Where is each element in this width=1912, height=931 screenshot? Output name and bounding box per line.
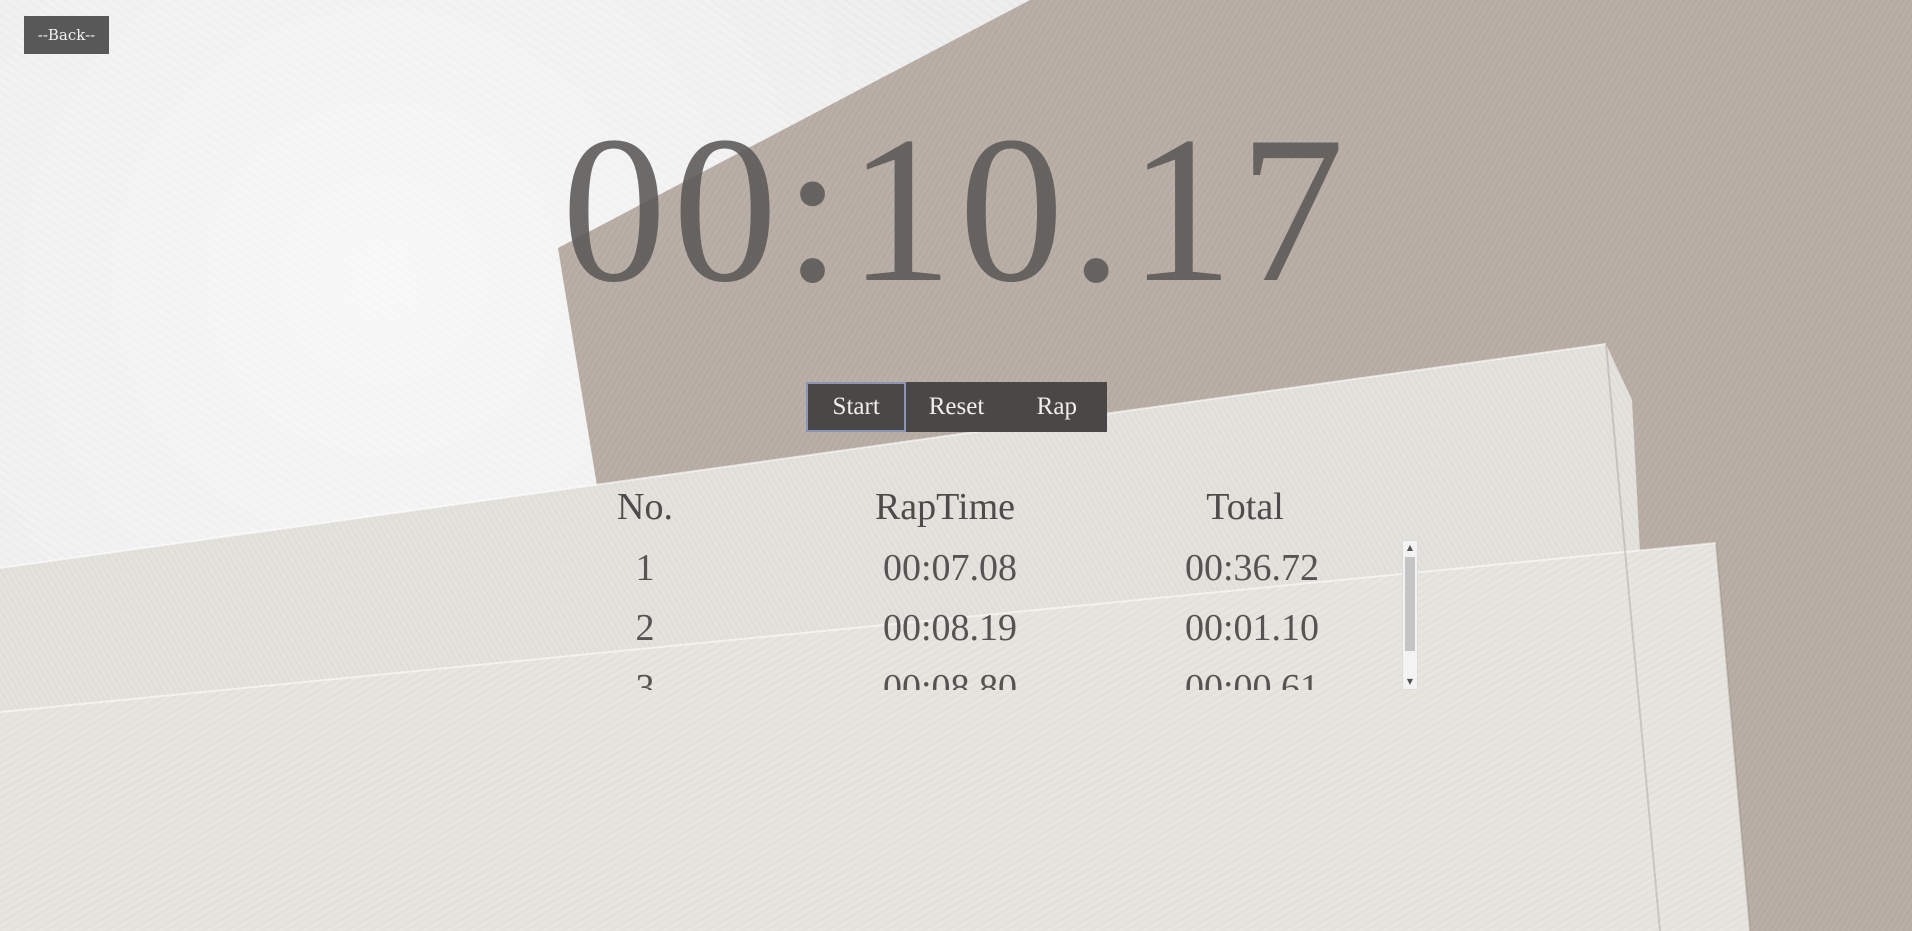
lap-total: 00:01.10 bbox=[1184, 607, 1320, 649]
reset-button[interactable]: Reset bbox=[906, 382, 1006, 432]
lap-rap-time: 00:08.19 bbox=[882, 607, 1018, 649]
header-rap-time: RapTime bbox=[874, 486, 1016, 528]
stopwatch-controls: Start Reset Rap bbox=[806, 382, 1107, 432]
header-no: No. bbox=[617, 486, 673, 528]
lap-rap-time: 00:08.80 bbox=[882, 667, 1018, 690]
lap-row: 2 00:08.19 00:01.10 bbox=[560, 600, 1420, 660]
lap-total: 00:00.61 bbox=[1184, 667, 1320, 690]
lap-list[interactable]: 1 00:07.08 00:36.72 2 00:08.19 00:01.10 … bbox=[560, 540, 1420, 690]
scrollbar-thumb[interactable] bbox=[1405, 557, 1415, 651]
lap-row: 1 00:07.08 00:36.72 bbox=[560, 540, 1420, 600]
scroll-up-arrow-icon[interactable]: ▲ bbox=[1403, 541, 1417, 555]
lap-number: 1 bbox=[635, 547, 655, 589]
back-button[interactable]: --Back-- bbox=[24, 16, 109, 54]
start-button[interactable]: Start bbox=[806, 382, 907, 432]
header-total: Total bbox=[1206, 486, 1284, 528]
lap-row: 3 00:08.80 00:00.61 bbox=[560, 660, 1420, 690]
lap-rap-time: 00:07.08 bbox=[882, 547, 1018, 589]
scroll-down-arrow-icon[interactable]: ▼ bbox=[1403, 675, 1417, 689]
rap-button[interactable]: Rap bbox=[1007, 382, 1107, 432]
lap-number: 2 bbox=[635, 607, 655, 649]
lap-number: 3 bbox=[635, 667, 655, 690]
lap-list-scrollbar[interactable]: ▲ ▼ bbox=[1402, 540, 1418, 690]
lap-table-header: No. RapTime Total bbox=[0, 485, 1912, 535]
stopwatch-time-display: 00:10.17 bbox=[561, 94, 1351, 326]
lap-total: 00:36.72 bbox=[1184, 547, 1320, 589]
